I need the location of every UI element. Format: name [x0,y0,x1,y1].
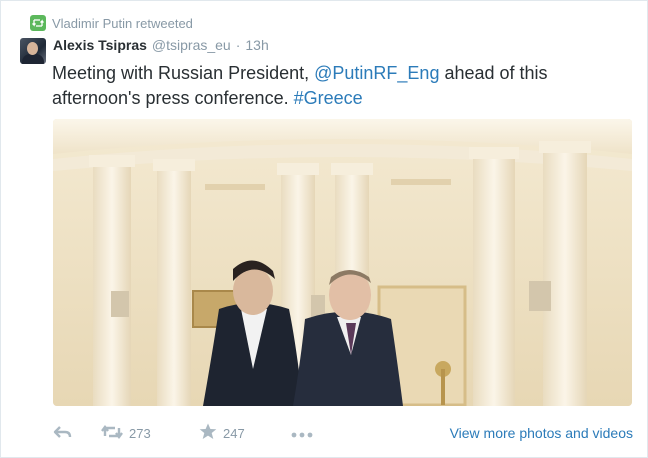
hashtag-link[interactable]: #Greece [294,88,363,108]
tweet-photo[interactable] [53,119,632,406]
retweet-button[interactable]: 273 [101,424,199,442]
retweet-context: Vladimir Putin retweeted [30,13,193,33]
reply-button[interactable] [53,425,101,442]
retweet-icon [30,15,46,31]
author-handle[interactable]: @tsipras_eu [152,37,231,53]
author-name[interactable]: Alexis Tsipras [53,37,147,53]
retweet-action-icon [101,424,123,442]
favorite-count: 247 [223,425,245,441]
more-dots-icon [291,426,313,441]
tweet-text: Meeting with Russian President, @PutinRF… [52,61,637,111]
reply-icon [53,425,73,442]
timestamp[interactable]: 13h [245,37,268,53]
favorite-button[interactable]: 247 [199,423,291,443]
view-more-photos-link[interactable]: View more photos and videos [450,425,633,441]
retweet-count: 273 [129,425,151,441]
mention-link[interactable]: @PutinRF_Eng [314,63,439,83]
tweet-actions: 273 247 View more photos and videos [53,421,633,445]
tweet-header: Alexis Tsipras @tsipras_eu · 13h [53,37,269,57]
tweet-card: Vladimir Putin retweeted Alexis Tsipras … [0,0,648,458]
tweet-text-part: Meeting with Russian President, [52,63,315,83]
avatar[interactable] [20,38,46,64]
separator: · [235,37,241,53]
retweet-context-text[interactable]: Vladimir Putin retweeted [52,16,193,31]
star-icon [199,423,217,443]
more-button[interactable] [291,426,313,441]
